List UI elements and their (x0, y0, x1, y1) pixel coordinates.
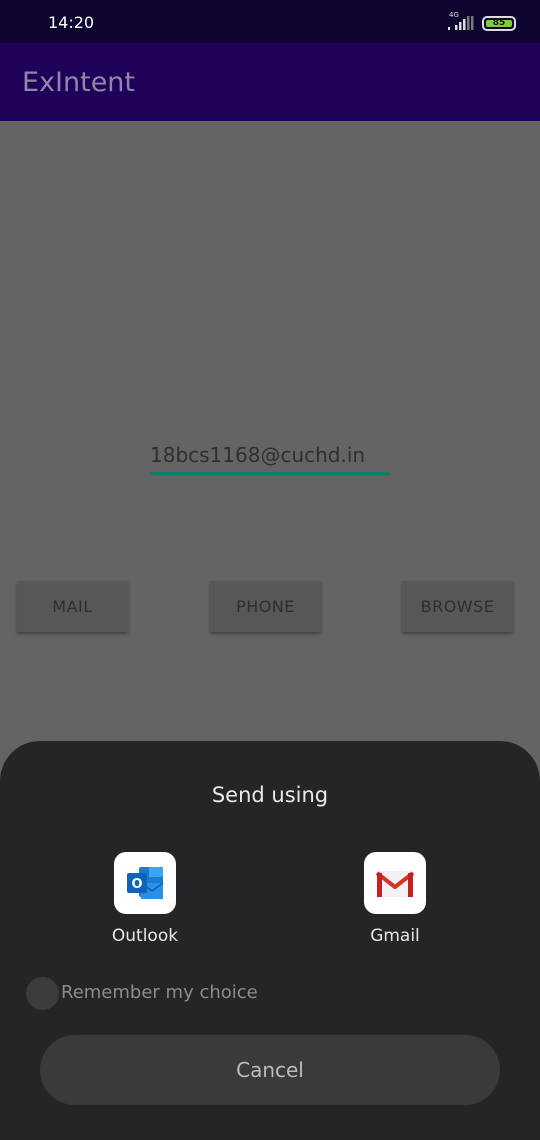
chooser-title: Send using (211, 783, 329, 807)
remember-choice-label: Remember my choice (61, 982, 258, 1003)
outlook-icon[interactable]: O (114, 852, 176, 914)
mail-button[interactable]: MAIL (17, 581, 128, 632)
phone-button[interactable]: PHONE (210, 581, 321, 632)
battery-icon: 85 (482, 16, 516, 31)
signal-icon (448, 16, 474, 30)
app-bar: ExIntent (0, 43, 540, 121)
svg-text:O: O (131, 877, 142, 892)
remember-choice-checkbox[interactable] (26, 977, 59, 1010)
app-title: ExIntent (22, 67, 136, 98)
cancel-button[interactable]: Cancel (40, 1035, 500, 1105)
app-label-outlook: Outlook (111, 926, 179, 946)
share-chooser-sheet: Send using O Outlook Gmail Remember my c… (0, 741, 540, 1140)
status-time: 14:20 (48, 13, 95, 32)
app-option-outlook[interactable]: O Outlook (85, 852, 205, 946)
email-field[interactable]: 18bcs1168@cuchd.in (150, 439, 390, 475)
app-option-gmail[interactable]: Gmail (335, 852, 455, 946)
app-label-gmail: Gmail (370, 926, 420, 946)
gmail-icon[interactable] (364, 852, 426, 914)
browse-button[interactable]: BROWSE (402, 581, 513, 632)
status-bar: 14:20 4G 85 (0, 0, 540, 43)
battery-level: 85 (492, 18, 506, 28)
